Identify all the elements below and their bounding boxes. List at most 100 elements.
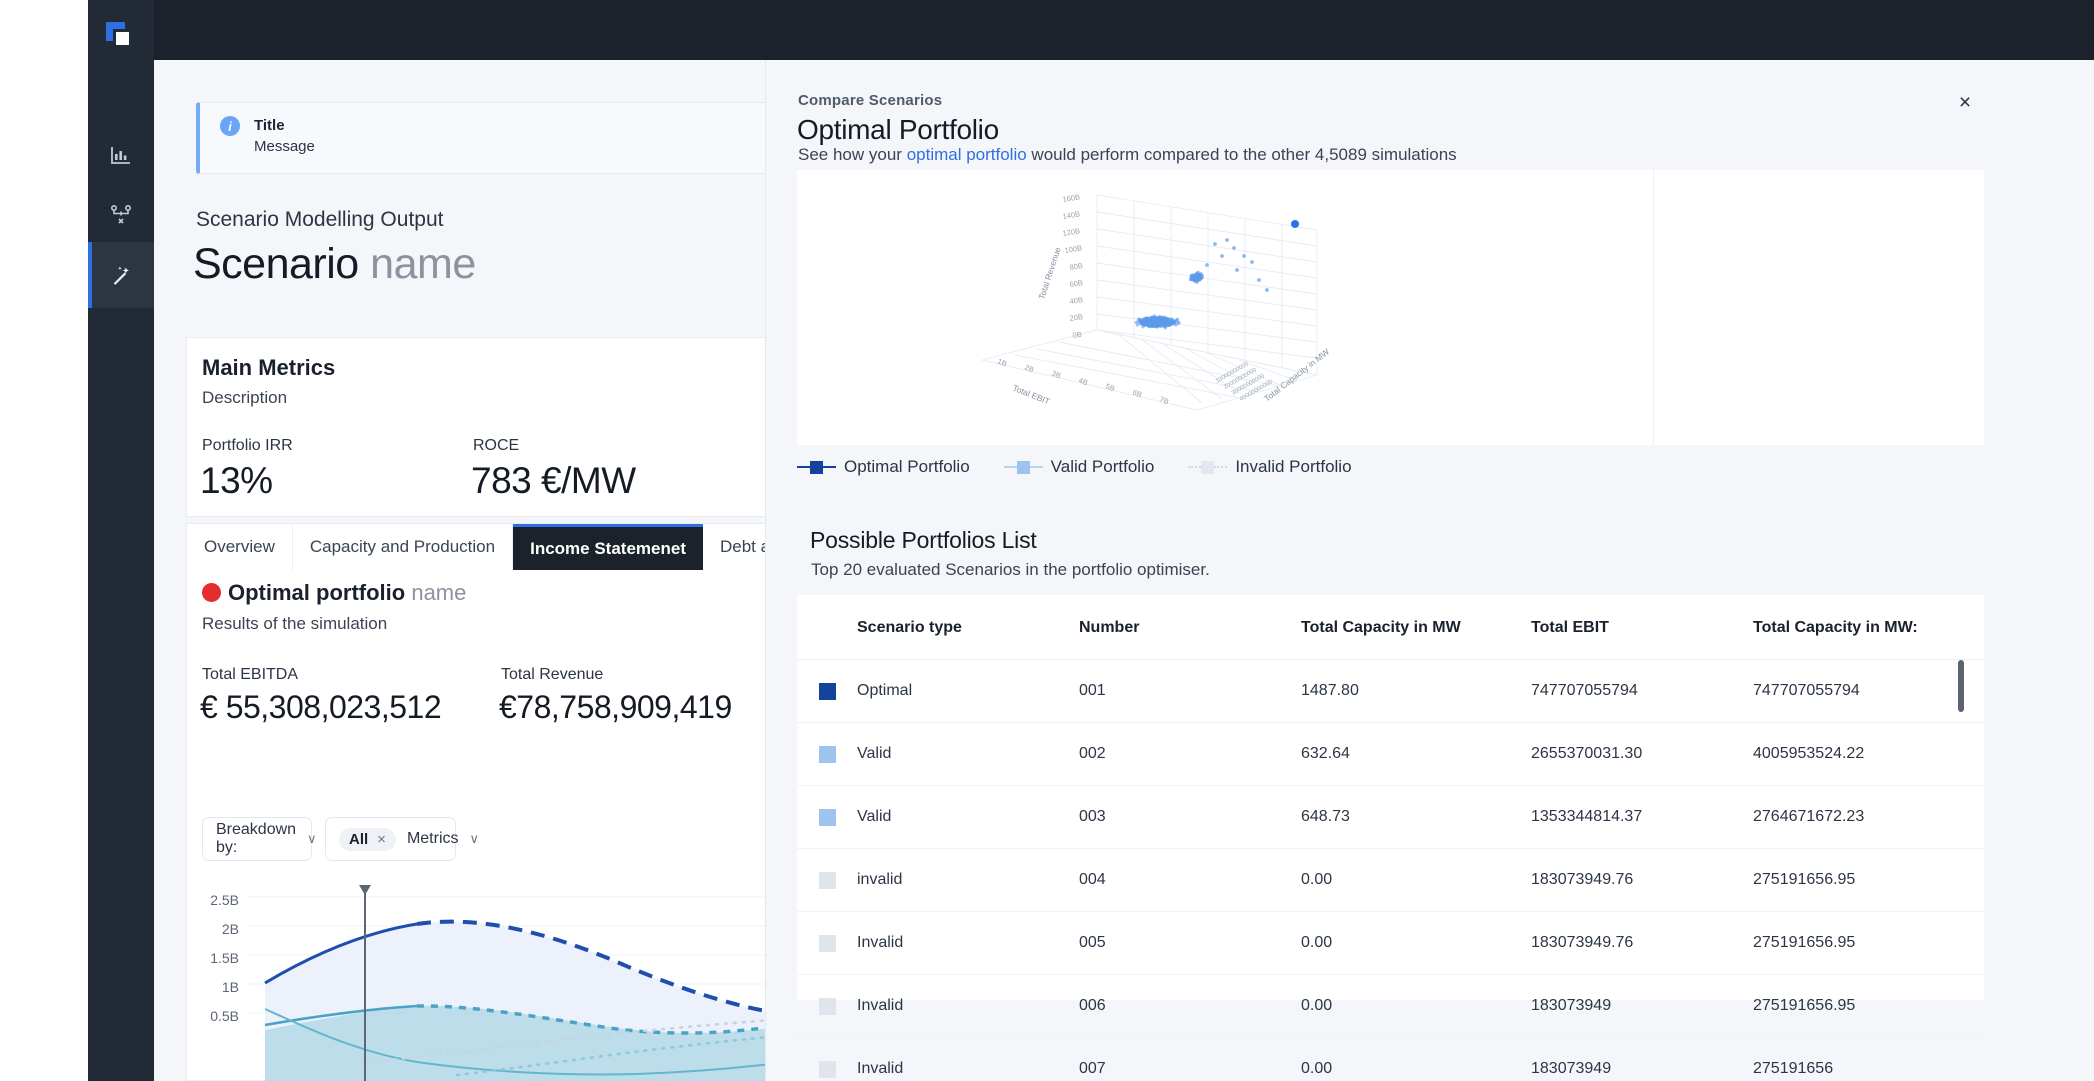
legend-label-valid: Valid Portfolio: [1050, 457, 1155, 476]
sidebar-item-optimiser[interactable]: [88, 242, 154, 308]
legend-label-invalid: Invalid Portfolio: [1235, 457, 1352, 476]
tab-overview[interactable]: Overview: [187, 524, 293, 570]
svg-text:2B: 2B: [1023, 363, 1035, 375]
cell-number: 005: [1079, 911, 1301, 975]
total-revenue-value: €78,758,909,419: [499, 689, 732, 725]
cell-number: 004: [1079, 848, 1301, 912]
table-row[interactable]: Invalid 005 0.00 183073949.76 275191656.95: [797, 911, 1984, 975]
tab-capacity-and-production[interactable]: Capacity and Production: [293, 524, 514, 570]
kpi-label-irr: Portfolio IRR: [202, 437, 293, 454]
col-scenario-type: Scenario type: [857, 595, 1079, 660]
cell-capacity-2: 4005953524.22: [1753, 722, 1984, 786]
cell-number: 002: [1079, 722, 1301, 786]
col-total-capacity: Total Capacity in MW: [1301, 595, 1531, 660]
list-subtitle: Top 20 evaluated Scenarios in the portfo…: [811, 560, 1210, 579]
metrics-select[interactable]: All × Metrics ∨: [325, 817, 479, 861]
svg-text:60B: 60B: [1069, 278, 1084, 289]
cell-number: 007: [1079, 1037, 1301, 1081]
svg-text:7B: 7B: [1158, 395, 1170, 407]
legend-item-valid: Valid Portfolio: [1003, 457, 1155, 477]
results-title-main: Optimal portfolio: [228, 580, 406, 605]
info-banner: i Title Message: [196, 102, 816, 174]
scatter-3d-chart: 160B 140B 120B 100B 80B 60B 40B 20B 0B T…: [797, 192, 1984, 449]
list-heading: Possible Portfolios List: [810, 527, 1037, 553]
svg-text:40B: 40B: [1069, 295, 1084, 306]
legend-marker-icon: [797, 460, 836, 474]
svg-text:100B: 100B: [1064, 243, 1083, 255]
chevron-down-icon: ∨: [307, 831, 317, 846]
cell-capacity-2: 747707055794: [1753, 659, 1984, 723]
scenario-type-swatch: [819, 682, 836, 700]
cell-scenario-type: Invalid: [857, 1037, 1079, 1081]
status-dot-icon: [202, 583, 221, 602]
org-hierarchy-icon: [109, 203, 133, 227]
cell-capacity-2: 275191656.95: [1753, 848, 1984, 912]
page-title-muted: name: [370, 240, 476, 288]
area-ytick-0: 2.5B: [210, 892, 239, 908]
logo-square-front: [113, 29, 132, 48]
modal-title: Optimal Portfolio: [797, 114, 999, 145]
optimal-point: [1291, 220, 1299, 228]
portfolios-table-card: Scenario type Number Total Capacity in M…: [797, 595, 1984, 1081]
app-logo[interactable]: [104, 20, 138, 54]
filter-chip-all[interactable]: All ×: [339, 827, 396, 851]
scenario-type-swatch: [819, 808, 836, 826]
col-total-ebit: Total EBIT: [1531, 595, 1753, 660]
table-row[interactable]: Invalid 007 0.00 183073949 275191656: [797, 1037, 1984, 1081]
table-row[interactable]: invalid 004 0.00 183073949.76 275191656.95: [797, 848, 1984, 912]
info-icon: i: [220, 116, 240, 136]
results-title: Optimal portfolio name: [228, 580, 466, 606]
sidebar-item-analytics[interactable]: [88, 122, 154, 188]
table-row[interactable]: Invalid 006 0.00 183073949 275191656.95: [797, 974, 1984, 1038]
metrics-description: Description: [202, 388, 288, 407]
table-row[interactable]: Valid 002 632.64 2655370031.30 4005953524.22: [797, 722, 1984, 786]
total-ebitda-value: € 55,308,023,512: [200, 689, 442, 725]
legend-item-optimal: Optimal Portfolio: [797, 457, 970, 477]
cell-scenario-type: Invalid: [857, 974, 1079, 1038]
close-icon[interactable]: ×: [377, 831, 386, 848]
cell-capacity: 1487.80: [1301, 659, 1531, 723]
scenario-type-swatch: [819, 871, 836, 889]
optimal-portfolio-link[interactable]: optimal portfolio: [907, 145, 1027, 164]
svg-text:20B: 20B: [1069, 312, 1084, 323]
area-ytick-4: 0.5B: [210, 1008, 239, 1024]
cell-capacity: 0.00: [1301, 848, 1531, 912]
tab-debt[interactable]: Debt an: [703, 524, 769, 570]
portfolios-table: Scenario type Number Total Capacity in M…: [797, 595, 1984, 1081]
banner-message: Message: [254, 138, 315, 156]
col-swatch: [797, 595, 857, 660]
kpi-value-irr: 13%: [200, 460, 273, 501]
cell-ebit: 183073949.76: [1531, 911, 1753, 975]
chevron-down-icon: ∨: [469, 831, 480, 846]
page-title-main: Scenario: [193, 240, 359, 288]
magic-wand-icon: [109, 263, 134, 288]
svg-text:0B: 0B: [1072, 330, 1082, 340]
table-scrollbar-thumb[interactable]: [1958, 660, 1964, 712]
breakdown-by-label: Breakdown by:: [216, 821, 297, 856]
sidebar-item-structure[interactable]: [88, 182, 154, 248]
chart-divider: [1653, 170, 1654, 445]
cell-number: 003: [1079, 785, 1301, 849]
cell-ebit: 1353344814.37: [1531, 785, 1753, 849]
svg-text:1B: 1B: [996, 357, 1008, 369]
svg-text:160B: 160B: [1062, 192, 1081, 204]
results-title-muted: name: [411, 580, 467, 605]
cell-capacity-2: 275191656: [1753, 1037, 1984, 1081]
cell-number: 006: [1079, 974, 1301, 1038]
svg-text:Total Revenue: Total Revenue: [1036, 246, 1062, 301]
cell-capacity: 0.00: [1301, 974, 1531, 1038]
close-button[interactable]: ×: [1950, 88, 1980, 118]
tab-income-statement[interactable]: Income Statemenet: [513, 524, 703, 570]
cell-scenario-type: Valid: [857, 785, 1079, 849]
scenario-type-swatch: [819, 934, 836, 952]
page-title: Scenario name: [193, 240, 476, 289]
area-ytick-1: 2B: [221, 921, 239, 937]
cell-capacity-2: 2764671672.23: [1753, 785, 1984, 849]
svg-text:Total EBIT: Total EBIT: [1011, 383, 1051, 407]
cell-capacity-2: 275191656.95: [1753, 974, 1984, 1038]
table-row[interactable]: Optimal 001 1487.80 747707055794 74770705579…: [797, 659, 1984, 723]
total-ebitda-label: Total EBITDA: [202, 666, 299, 683]
table-row[interactable]: Valid 003 648.73 1353344814.37 2764671672.23: [797, 785, 1984, 849]
breakdown-by-select[interactable]: Breakdown by: ∨: [202, 817, 317, 861]
row-swatch-cell: [797, 659, 857, 723]
